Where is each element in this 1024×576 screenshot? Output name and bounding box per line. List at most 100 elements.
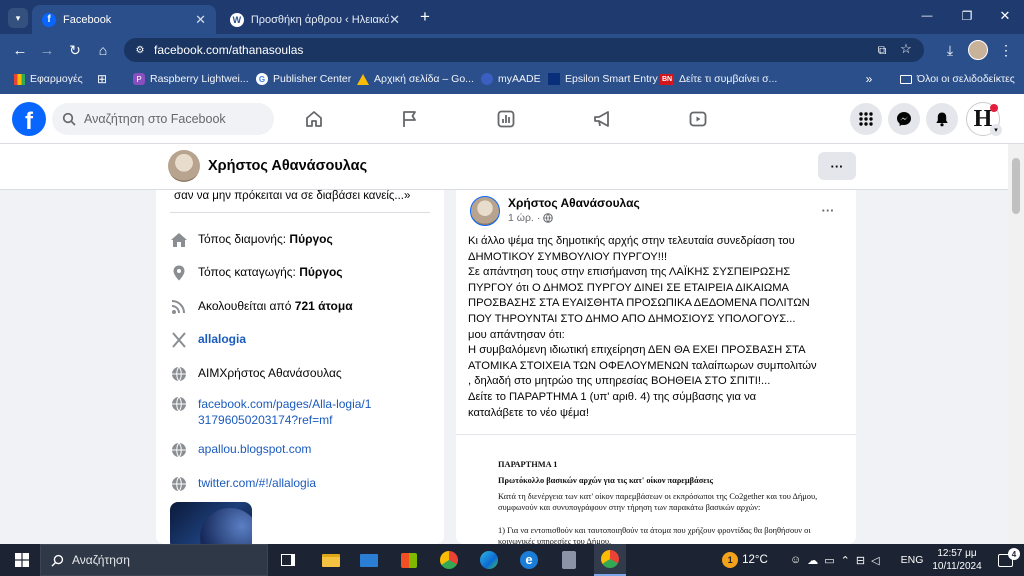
nav-home-icon[interactable] xyxy=(304,109,324,129)
new-tab-button[interactable]: + xyxy=(414,6,436,28)
x-logo-icon xyxy=(172,332,186,348)
intro-value[interactable]: 721 άτομα xyxy=(295,299,353,313)
bookmarks-bar: Εφαρμογές ⊞ P Raspberry Lightwei... G Pu… xyxy=(0,66,1024,94)
nav-dashboard-icon[interactable] xyxy=(496,109,516,129)
intro-card: σαν να μην πρόκειται να σε διαβάσει κανε… xyxy=(156,190,444,544)
intro-residence: Τόπος διαμονής: Πύργος xyxy=(170,232,440,248)
bookmark-raspberry[interactable]: P Raspberry Lightwei... xyxy=(133,73,249,85)
bookmark-google-drive[interactable]: Αρχική σελίδα – Go... xyxy=(357,73,474,85)
tab-search-button[interactable]: ▾ xyxy=(8,8,28,28)
minimize-button[interactable]: — xyxy=(912,6,942,26)
post-document-image[interactable]: ΠΑΡΑΡΤΗΜΑ 1 Πρωτόκολλο βασικών αρχών για… xyxy=(456,434,856,544)
clock[interactable]: 12:57 μμ 10/11/2024 xyxy=(928,544,986,576)
task-view-button[interactable] xyxy=(276,544,300,576)
scrollbar-thumb[interactable] xyxy=(1012,158,1020,214)
more-bookmarks-button[interactable]: » xyxy=(862,72,876,86)
account-chevron-down-icon[interactable]: ▾ xyxy=(990,124,1002,136)
post-meta: 1 ώρ. · xyxy=(508,212,554,224)
menu-kebab-icon[interactable]: ⋮ xyxy=(996,40,1016,60)
input-language[interactable]: ENG xyxy=(900,544,924,576)
bookmark-apps[interactable]: Εφαρμογές xyxy=(14,73,83,85)
intro-hometown: Τόπος καταγωγής: Πύργος xyxy=(170,265,440,281)
bookmark-myaade[interactable]: myAADE xyxy=(481,73,541,85)
featured-photo[interactable] xyxy=(170,502,252,544)
close-window-button[interactable]: ✕ xyxy=(990,6,1020,26)
profile-sticky-bar: Χρήστος Αθανάσουλας ··· xyxy=(0,144,1008,190)
tab-facebook[interactable]: f Facebook ✕ xyxy=(32,5,216,34)
taskbar-ie[interactable]: e xyxy=(514,544,544,576)
intro-website-blog: apallou.blogspot.com xyxy=(170,442,440,458)
browser-toolbar: ← → ↻ ⌂ ⚙ facebook.com/athanasoulas ⧉ ☆ … xyxy=(0,34,1024,66)
tab-groups-icon[interactable]: ⊞ xyxy=(95,72,109,86)
system-tray[interactable]: ☺ ☁ ▭ ⌃ ⊟ ◁ xyxy=(790,544,900,576)
nav-video-icon[interactable] xyxy=(688,109,708,129)
profile-avatar[interactable] xyxy=(168,150,200,182)
all-bookmarks-folder[interactable]: Όλοι οι σελιδοδείκτες xyxy=(900,73,1015,85)
taskbar-file-explorer[interactable] xyxy=(316,544,346,576)
apps-grid-icon xyxy=(14,73,25,85)
taskbar-chrome-pinned[interactable] xyxy=(434,544,464,576)
intro-value[interactable]: Πύργος xyxy=(289,232,332,246)
public-globe-icon xyxy=(543,213,554,223)
bookmark-publisher-center[interactable]: G Publisher Center xyxy=(256,73,351,85)
post-author-name[interactable]: Χρήστος Αθανάσουλας xyxy=(508,196,640,210)
taskbar-search-box[interactable]: Αναζήτηση xyxy=(40,544,268,576)
show-hidden-icons-chevron-icon: ⌃ xyxy=(840,554,850,567)
search-icon xyxy=(62,112,76,126)
taskbar-store[interactable] xyxy=(394,544,424,576)
forward-arrow-icon[interactable]: → xyxy=(37,40,57,60)
facebook-logo-icon[interactable]: f xyxy=(12,102,46,136)
post-time[interactable]: 1 ώρ. xyxy=(508,212,534,224)
post-author-avatar[interactable] xyxy=(470,196,500,226)
notifications-button[interactable] xyxy=(926,103,958,135)
facebook-header: f Αναζήτηση στο Facebook H ▾ xyxy=(0,94,1024,144)
x-link[interactable]: allalogia xyxy=(198,332,246,346)
nav-megaphone-icon[interactable] xyxy=(592,109,612,129)
close-tab-icon[interactable]: ✕ xyxy=(195,12,206,28)
blog-link[interactable]: apallou.blogspot.com xyxy=(198,442,311,456)
site-info-icon[interactable]: ⚙ xyxy=(132,42,148,58)
download-icon[interactable]: ⤓ xyxy=(940,40,960,60)
intro-label: Τόπος καταγωγής: xyxy=(198,265,300,279)
reload-icon[interactable]: ↻ xyxy=(65,40,85,60)
profile-name[interactable]: Χρήστος Αθανάσουλας xyxy=(208,158,367,174)
taskbar-calculator[interactable] xyxy=(554,544,584,576)
globe-icon xyxy=(172,476,186,492)
epsilon-icon xyxy=(548,73,560,85)
maximize-button[interactable]: ❐ xyxy=(952,6,982,26)
bookmark-star-icon[interactable]: ☆ xyxy=(898,41,914,57)
tab-article[interactable]: W Προσθήκη άρθρου ‹ Ηλειακά Ν ✕ xyxy=(220,5,410,34)
notification-center-button[interactable]: 4 xyxy=(990,544,1020,576)
globe-icon xyxy=(172,366,186,382)
page-scrollbar[interactable] xyxy=(1008,144,1024,544)
close-tab-icon[interactable]: ✕ xyxy=(389,12,400,28)
taskbar-chrome-active[interactable] xyxy=(594,544,626,576)
search-placeholder: Αναζήτηση στο Facebook xyxy=(84,112,226,126)
intro-value[interactable]: Πύργος xyxy=(299,265,342,279)
address-bar[interactable]: ⚙ facebook.com/athanasoulas ⧉ ☆ xyxy=(124,38,924,62)
start-button[interactable] xyxy=(4,544,40,576)
post-options-button[interactable]: ··· xyxy=(816,198,840,222)
taskbar-edge[interactable] xyxy=(474,544,504,576)
profile-avatar[interactable] xyxy=(968,40,988,60)
tab-title: Προσθήκη άρθρου ‹ Ηλειακά Ν xyxy=(250,13,390,26)
taskbar-mail[interactable] xyxy=(354,544,384,576)
folder-icon xyxy=(322,553,340,567)
twitter-link[interactable]: twitter.com/#!/allalogia xyxy=(198,476,316,490)
back-arrow-icon[interactable]: ← xyxy=(10,40,30,60)
messenger-button[interactable] xyxy=(888,103,920,135)
weather-widget[interactable]: 1 12°C xyxy=(714,544,776,576)
location-pin-icon xyxy=(173,265,185,281)
bookmark-epsilon[interactable]: Epsilon Smart Entry xyxy=(548,73,658,85)
facebook-page-link[interactable]: facebook.com/pages/Alla-logia/1317960502… xyxy=(198,396,378,428)
nav-pages-flag-icon[interactable] xyxy=(400,109,420,129)
doc-paragraph: 1) Για να εντοπισθούν και ταυτοποιηθούν … xyxy=(498,526,811,544)
chrome-icon xyxy=(440,551,458,569)
profile-more-button[interactable]: ··· xyxy=(818,152,856,180)
bookmark-news[interactable]: BN Δείτε τι συμβαίνει σ... xyxy=(660,73,777,85)
menu-grid-button[interactable] xyxy=(850,103,882,135)
install-app-icon[interactable]: ⧉ xyxy=(874,42,890,58)
intro-followers: Ακολουθείται από 721 άτομα xyxy=(170,299,440,315)
home-icon[interactable]: ⌂ xyxy=(93,40,113,60)
search-input[interactable]: Αναζήτηση στο Facebook xyxy=(52,103,274,135)
